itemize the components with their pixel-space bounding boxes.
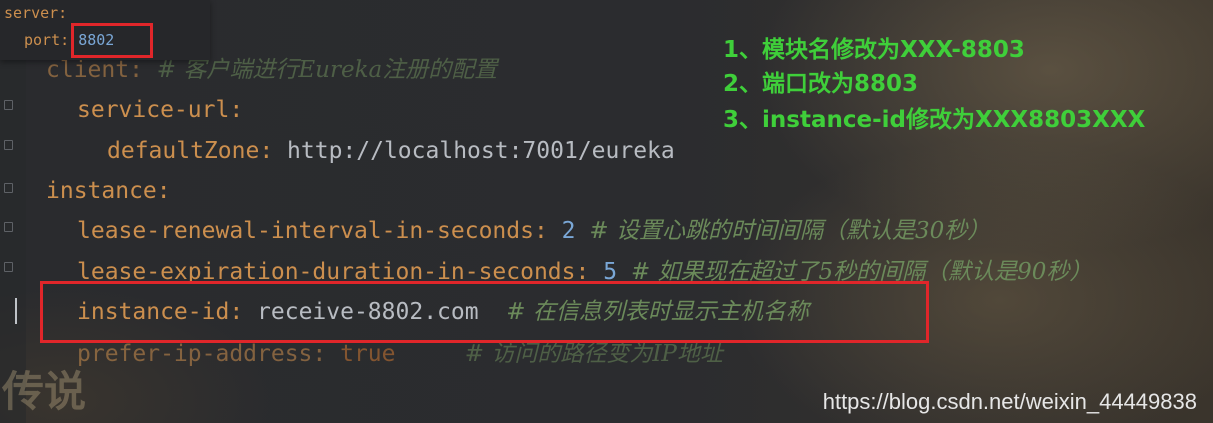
- background-art-text: 传说: [2, 367, 87, 416]
- yaml-comment: # 访问的路径变为IP地址: [464, 341, 723, 367]
- fold-marker-icon[interactable]: [4, 262, 13, 272]
- fold-marker-icon[interactable]: [4, 183, 13, 193]
- yaml-number: 2: [561, 218, 576, 244]
- fold-marker-icon[interactable]: [4, 140, 13, 150]
- code-line-prefer-ip[interactable]: prefer-ip-address: true # 访问的路径变为IP地址: [77, 339, 723, 369]
- note-line-3: 3、instance-id修改为XXX8803XXX: [723, 107, 1146, 133]
- yaml-key: server:: [4, 4, 68, 22]
- fold-marker-icon[interactable]: [4, 100, 13, 110]
- code-line-instance[interactable]: instance:: [46, 176, 171, 206]
- watermark-url: https://blog.csdn.net/weixin_44449838: [822, 389, 1197, 414]
- yaml-comment: # 客户端进行Eureka注册的配置: [156, 57, 498, 83]
- yaml-key: prefer-ip-address:: [77, 341, 327, 367]
- yaml-key: client:: [46, 57, 143, 83]
- code-line-default-zone[interactable]: defaultZone: http://localhost:7001/eurek…: [107, 136, 675, 166]
- code-line-renewal[interactable]: lease-renewal-interval-in-seconds: 2 # 设…: [77, 216, 990, 246]
- yaml-boolean: true: [340, 341, 396, 367]
- instance-id-highlight-box: [40, 281, 929, 343]
- note-line-2: 2、端口改为8803: [723, 71, 919, 97]
- port-highlight-box: [71, 23, 153, 58]
- yaml-value: http://localhost:7001/eureka: [287, 138, 675, 164]
- yaml-key: lease-renewal-interval-in-seconds:: [77, 218, 548, 244]
- text-caret: [15, 298, 17, 324]
- code-editor: 传说 client: # 客户端进行Eureka注册的配置 service-ur…: [0, 0, 1213, 423]
- yaml-key: instance:: [46, 178, 171, 204]
- yaml-comment: # 设置心跳的时间间隔（默认是30秒）: [589, 218, 991, 244]
- code-line-service-url[interactable]: service-url:: [77, 95, 243, 125]
- yaml-key: defaultZone:: [107, 138, 274, 164]
- yaml-key: port:: [24, 31, 70, 49]
- yaml-key: service-url:: [77, 97, 244, 123]
- code-line-server[interactable]: server:: [4, 2, 67, 24]
- fold-marker-icon[interactable]: [4, 222, 13, 232]
